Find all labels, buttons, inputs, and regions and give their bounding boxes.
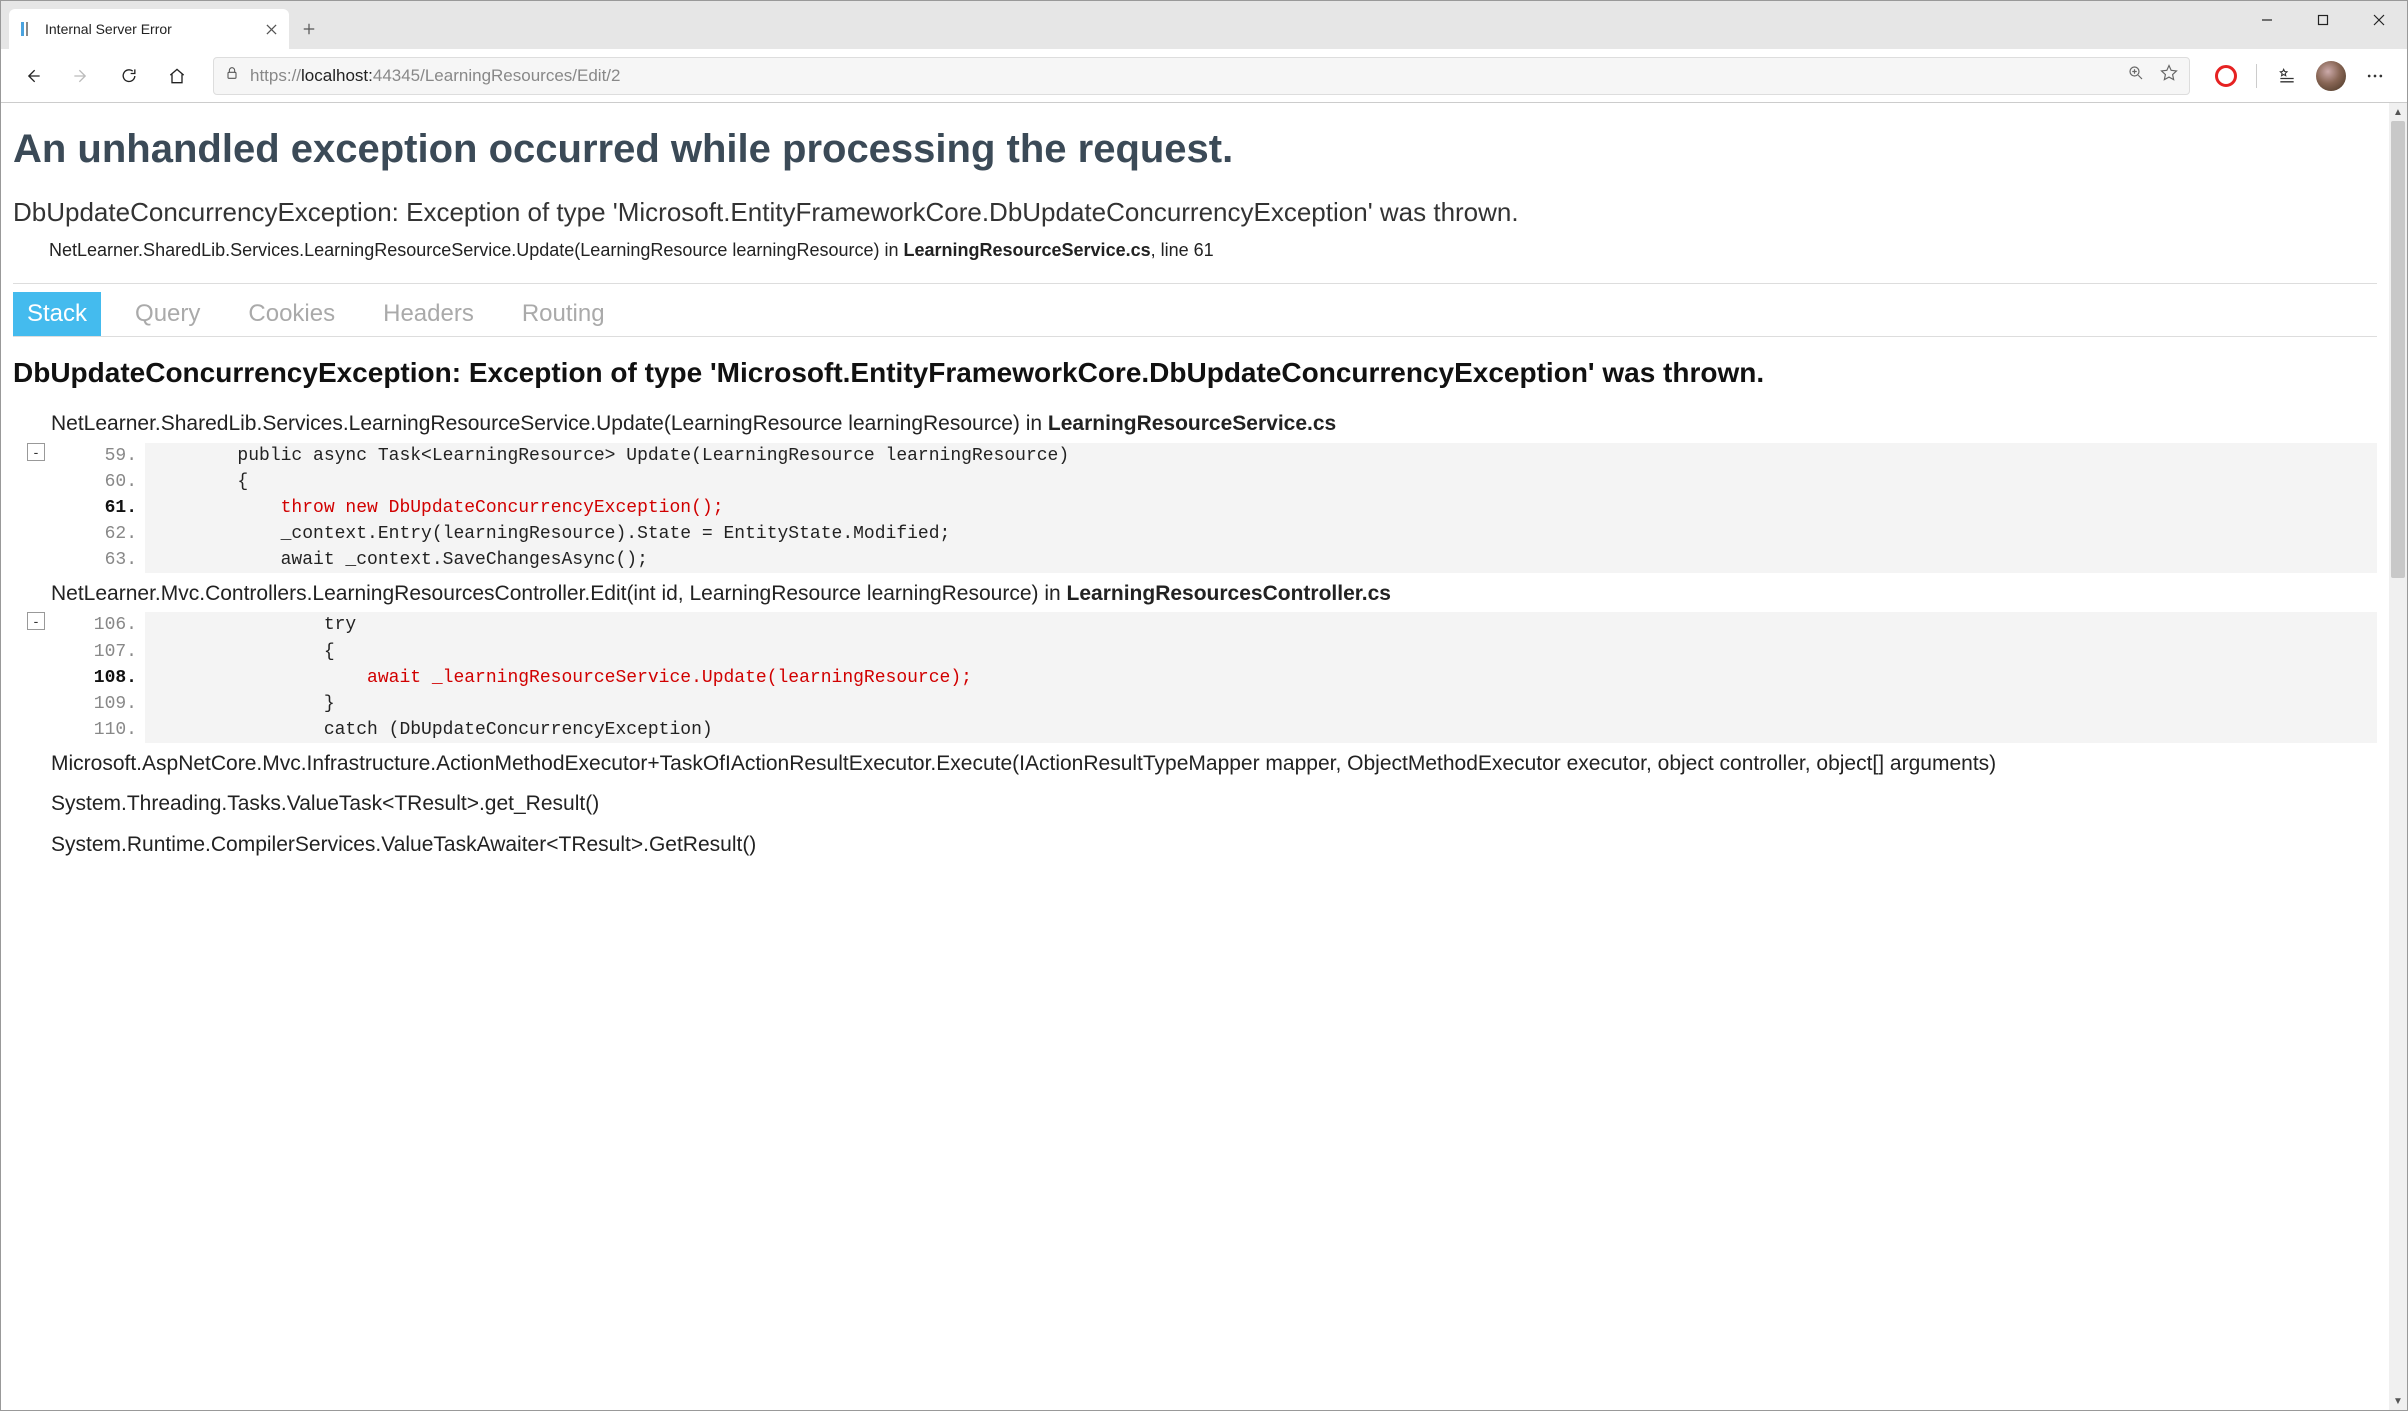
line-number: 106. [63,612,145,638]
stack-frame-simple[interactable]: Microsoft.AspNetCore.Mvc.Infrastructure.… [51,749,2377,779]
code-line: 106. try [63,612,2377,638]
code-text: catch (DbUpdateConcurrencyException) [145,717,2377,743]
stack-frame-header[interactable]: NetLearner.SharedLib.Services.LearningRe… [51,409,2377,438]
browser-tab[interactable]: Internal Server Error [9,9,289,49]
frame-header-file: LearningResourcesController.cs [1067,582,1391,605]
url-host: localhost: [301,66,373,85]
new-tab-button[interactable] [289,9,329,49]
toolbar: https://localhost:44345/LearningResource… [1,49,2407,103]
scrollbar[interactable]: ▲ ▼ [2389,103,2407,1410]
url-path: 44345/LearningResources/Edit/2 [373,66,621,85]
refresh-button[interactable] [109,56,149,96]
scroll-down-icon[interactable]: ▼ [2389,1392,2407,1410]
line-number: 61. [63,495,145,521]
tab-bar: Internal Server Error [1,1,2407,49]
code-line: 108. await _learningResourceService.Upda… [63,665,2377,691]
zoom-icon[interactable] [2127,64,2145,87]
browser-window: Internal Server Error [0,0,2408,1411]
code-text: try [145,612,2377,638]
separator [13,283,2377,284]
viewport: An unhandled exception occurred while pr… [1,103,2407,1410]
exception-location-suffix: , line 61 [1151,240,1214,260]
line-number: 59. [63,443,145,469]
code-text: { [145,639,2377,665]
stack-frames-simple: Microsoft.AspNetCore.Mvc.Infrastructure.… [13,749,2377,860]
window-close-button[interactable] [2351,1,2407,39]
window-maximize-button[interactable] [2295,1,2351,39]
stack-frame: NetLearner.Mvc.Controllers.LearningResou… [13,579,2377,743]
code-text: } [145,691,2377,717]
line-number: 107. [63,639,145,665]
line-number: 60. [63,469,145,495]
tab-title: Internal Server Error [45,21,172,37]
home-button[interactable] [157,56,197,96]
code-text: _context.Entry(learningResource).State =… [145,521,2377,547]
code-line: 109. } [63,691,2377,717]
code-line: 61. throw new DbUpdateConcurrencyExcepti… [63,495,2377,521]
code-line: 60. { [63,469,2377,495]
profile-button[interactable] [2311,56,2351,96]
code-text: { [145,469,2377,495]
code-text: public async Task<LearningResource> Upda… [145,443,2377,469]
code-line: 63. await _context.SaveChangesAsync(); [63,547,2377,573]
tab-headers[interactable]: Headers [369,292,488,336]
avatar [2316,61,2346,91]
tab-cookies[interactable]: Cookies [234,292,349,336]
stack-frame-simple[interactable]: System.Threading.Tasks.ValueTask<TResult… [51,789,2377,819]
stack-frame-body: -59. public async Task<LearningResource>… [13,443,2377,573]
lock-icon [224,65,240,86]
collapse-button[interactable]: - [27,443,45,461]
back-button[interactable] [13,56,53,96]
frame-header-prefix: NetLearner.SharedLib.Services.LearningRe… [51,412,1048,435]
frame-header-file: LearningResourceService.cs [1048,412,1336,435]
favorites-list-icon[interactable] [2267,56,2307,96]
window-minimize-button[interactable] [2239,1,2295,39]
exception-summary: DbUpdateConcurrencyException: Exception … [13,196,2377,230]
detail-tabs: Stack Query Cookies Headers Routing [13,292,2377,337]
code-line: 59. public async Task<LearningResource> … [63,443,2377,469]
menu-button[interactable] [2355,56,2395,96]
tab-routing[interactable]: Routing [508,292,619,336]
page-content: An unhandled exception occurred while pr… [1,103,2389,1410]
exception-location-prefix: NetLearner.SharedLib.Services.LearningRe… [49,240,903,260]
code-line: 110. catch (DbUpdateConcurrencyException… [63,717,2377,743]
address-bar[interactable]: https://localhost:44345/LearningResource… [213,57,2190,95]
tab-close-icon[interactable] [263,21,279,37]
collapse-button[interactable]: - [27,612,45,630]
toolbar-divider [2256,64,2257,88]
tab-stack[interactable]: Stack [13,292,101,336]
exception-heading: DbUpdateConcurrencyException: Exception … [13,355,2377,391]
code-text: throw new DbUpdateConcurrencyException()… [145,495,2377,521]
code-text: await _context.SaveChangesAsync(); [145,547,2377,573]
forward-button[interactable] [61,56,101,96]
stack-frame-header[interactable]: NetLearner.Mvc.Controllers.LearningResou… [51,579,2377,608]
toolbar-right [2206,56,2395,96]
url-text: https://localhost:44345/LearningResource… [250,66,620,86]
scroll-thumb[interactable] [2391,121,2405,578]
tab-query[interactable]: Query [121,292,214,336]
code-line: 107. { [63,639,2377,665]
extension-icon[interactable] [2206,56,2246,96]
exception-location-file: LearningResourceService.cs [903,240,1150,260]
favorite-icon[interactable] [2159,63,2179,88]
tab-favicon-icon [19,21,35,37]
line-number: 63. [63,547,145,573]
line-number: 108. [63,665,145,691]
exception-location: NetLearner.SharedLib.Services.LearningRe… [49,240,2377,261]
page-title: An unhandled exception occurred while pr… [13,127,2377,172]
scroll-up-icon[interactable]: ▲ [2389,103,2407,121]
line-number: 109. [63,691,145,717]
line-number: 62. [63,521,145,547]
frame-header-prefix: NetLearner.Mvc.Controllers.LearningResou… [51,582,1067,605]
code-text: await _learningResourceService.Update(le… [145,665,2377,691]
stack-frame: NetLearner.SharedLib.Services.LearningRe… [13,409,2377,573]
stack-frames: NetLearner.SharedLib.Services.LearningRe… [13,409,2377,743]
stack-frame-simple[interactable]: System.Runtime.CompilerServices.ValueTas… [51,830,2377,860]
window-controls [2239,1,2407,39]
stack-frame-body: -106. try107. {108. await _learningResou… [13,612,2377,742]
line-number: 110. [63,717,145,743]
url-scheme: https:// [250,66,301,85]
code-line: 62. _context.Entry(learningResource).Sta… [63,521,2377,547]
